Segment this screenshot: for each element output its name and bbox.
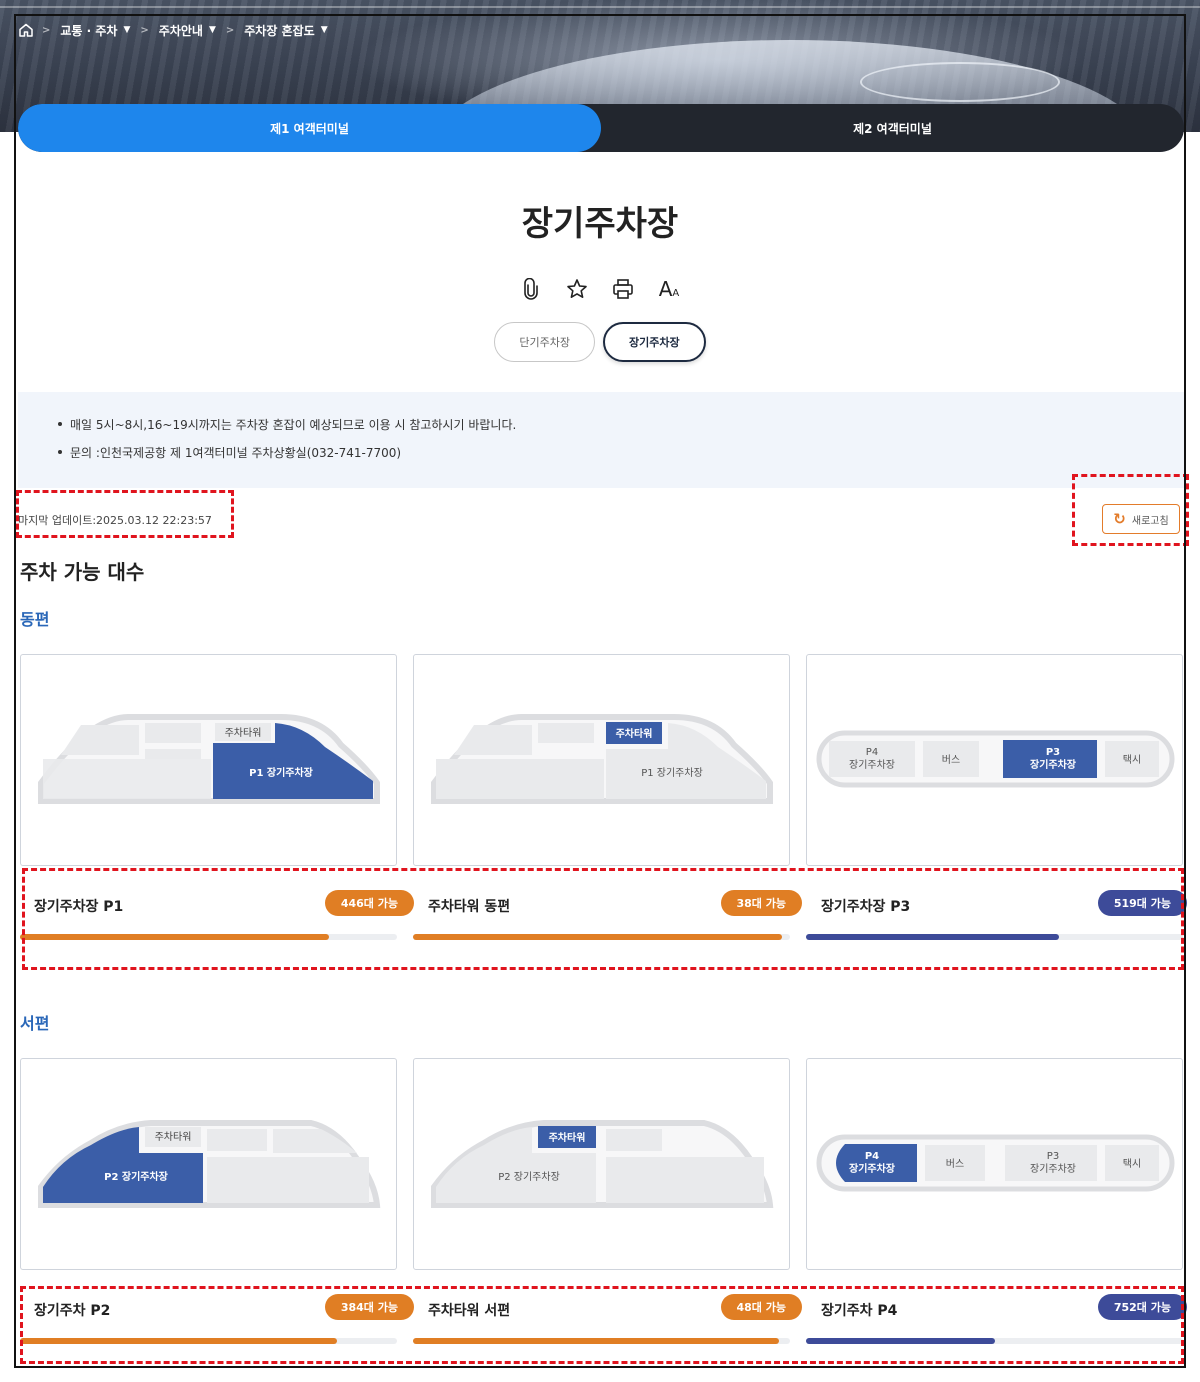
stat-name: 주차타워 동편 (428, 899, 511, 915)
progress-track (806, 934, 1183, 940)
map-card-p1[interactable]: 주차타워 P1 장기주차장 (20, 654, 397, 866)
notice-item: 매일 5시~8시,16~19시까지는 주차장 혼잡이 예상되므로 이용 시 참고… (58, 416, 1184, 444)
breadcrumb-separator: > (225, 24, 235, 36)
map-card-p4[interactable]: P4 장기주차장 버스 P3 장기주차장 택시 (806, 1058, 1183, 1270)
map-label-bus: 버스 (942, 754, 960, 766)
availability-badge: 519대 가능 (1097, 890, 1187, 916)
availability-badge: 384대 가능 (324, 1294, 414, 1320)
availability-badge: 446대 가능 (324, 890, 414, 916)
map-label-bus: 버스 (946, 1158, 964, 1170)
map-label-taxi: 택시 (1123, 754, 1141, 766)
tab-short-term-lot[interactable]: 단기주차장 (494, 322, 595, 362)
tab-terminal-1[interactable]: 제1 여객터미널 (18, 104, 601, 152)
notice-item: 문의 :인천국제공항 제 1여객터미널 주차상황실(032-741-7700) (58, 444, 1184, 472)
breadcrumb-item-label: 주차안내 (158, 23, 203, 38)
caret-down-icon: ▼ (320, 25, 328, 35)
breadcrumb-item-transport[interactable]: 교통 · 주차 ▼ (60, 22, 130, 39)
stat-name: 주차타워 서편 (428, 1303, 511, 1319)
map-label-lot: P1 장기주차장 (249, 766, 314, 779)
progress-track (806, 1338, 1183, 1344)
map-label-p3-name: 장기주차장 (1030, 758, 1077, 771)
map-label-p4-name: 장기주차장 (849, 1162, 896, 1175)
caret-down-icon: ▼ (208, 25, 216, 35)
map-label-p4-code: P4 (865, 1151, 879, 1162)
map-card-tower-west[interactable]: 주차타워 P2 장기주차장 (413, 1058, 790, 1270)
stat-name: 장기주차장 P1 (34, 899, 124, 915)
map-label-tower: 주차타워 (225, 726, 262, 739)
hero-decoration (0, 6, 1200, 8)
progress-track (20, 934, 397, 940)
progress-fill (413, 934, 783, 940)
last-update-text: 마지막 업데이트:2025.03.12 22:23:57 (18, 514, 212, 527)
print-icon[interactable] (611, 276, 635, 302)
region-title-east: 동편 (20, 610, 50, 629)
star-icon[interactable] (565, 276, 589, 302)
section-title: 주차 가능 대수 (20, 560, 145, 584)
font-size-label-large: A (658, 277, 673, 301)
breadcrumb-item-label: 교통 · 주차 (60, 23, 118, 38)
stat-name: 장기주차 P2 (34, 1303, 111, 1319)
refresh-icon: ↻ (1113, 510, 1126, 528)
map-label-p4-code: P4 (866, 747, 878, 758)
font-size-label-small: A (672, 287, 680, 299)
progress-fill (20, 1338, 337, 1344)
map-card-p2[interactable]: 주차타워 P2 장기주차장 (20, 1058, 397, 1270)
availability-badge: 38대 가능 (720, 890, 802, 916)
map-card-p3[interactable]: P4 장기주차장 버스 P3 장기주차장 택시 (806, 654, 1183, 866)
breadcrumb-item-congestion[interactable]: 주차장 혼잡도 ▼ (244, 22, 327, 39)
map-label-p3-name: 장기주차장 (1030, 1163, 1076, 1175)
progress-track (413, 1338, 790, 1344)
map-card-tower-east[interactable]: 주차타워 P1 장기주차장 (413, 654, 790, 866)
breadcrumb: > 교통 · 주차 ▼ > 주차안내 ▼ > 주차장 혼잡도 ▼ (18, 20, 338, 40)
progress-fill (806, 934, 1059, 940)
breadcrumb-item-parking-guide[interactable]: 주차안내 ▼ (159, 22, 216, 39)
lot-type-tabs: 단기주차장 장기주차장 (0, 322, 1200, 362)
stat-p3: 장기주차장 P3 519대 가능 (821, 870, 1187, 930)
refresh-label: 새로고침 (1131, 515, 1169, 527)
page-title: 장기주차장 (521, 204, 679, 244)
map-label-tower: 주차타워 (549, 1131, 586, 1144)
progress-fill (20, 934, 330, 940)
tab-terminal-2[interactable]: 제2 여객터미널 (601, 104, 1184, 152)
map-label-lot: P2 장기주차장 (104, 1170, 169, 1183)
progress-track (20, 1338, 397, 1344)
map-label-tower: 주차타워 (616, 727, 653, 740)
page-tools: AA (0, 276, 1200, 302)
stat-p1: 장기주차장 P1 446대 가능 (34, 870, 414, 930)
breadcrumb-separator: > (140, 24, 149, 36)
map-label-taxi: 택시 (1123, 1158, 1141, 1170)
notice-box: 매일 5시~8시,16~19시까지는 주차장 혼잡이 예상되므로 이용 시 참고… (18, 392, 1184, 488)
availability-badge: 48대 가능 (720, 1294, 802, 1320)
stat-name: 장기주차장 P3 (821, 899, 911, 915)
map-label-lot: P2 장기주차장 (498, 1171, 560, 1183)
stat-name: 장기주차 P4 (821, 1303, 898, 1319)
breadcrumb-item-label: 주차장 혼잡도 (244, 23, 315, 38)
font-size-icon[interactable]: AA (657, 276, 681, 302)
caret-down-icon: ▼ (123, 25, 131, 35)
clip-icon[interactable] (519, 276, 543, 302)
stat-p4: 장기주차 P4 752대 가능 (821, 1274, 1187, 1334)
map-label-lot: P1 장기주차장 (641, 767, 703, 779)
availability-badge: 752대 가능 (1097, 1294, 1187, 1320)
home-icon[interactable] (18, 22, 34, 38)
terminal-tabs: 제1 여객터미널 제2 여객터미널 (18, 104, 1184, 152)
hero-decoration-ring (860, 62, 1060, 102)
stat-p2: 장기주차 P2 384대 가능 (34, 1274, 414, 1334)
map-label-p4-name: 장기주차장 (849, 759, 895, 771)
breadcrumb-separator: > (42, 24, 51, 36)
stat-tower-west: 주차타워 서편 48대 가능 (428, 1274, 802, 1334)
progress-track (413, 934, 790, 940)
map-label-p3-code: P3 (1047, 1151, 1059, 1162)
refresh-button[interactable]: ↻ 새로고침 (1102, 504, 1180, 534)
progress-fill (413, 1338, 779, 1344)
tab-long-term-lot[interactable]: 장기주차장 (603, 322, 706, 362)
progress-fill (806, 1338, 995, 1344)
map-label-tower: 주차타워 (155, 1130, 192, 1143)
stat-tower-east: 주차타워 동편 38대 가능 (428, 870, 802, 930)
region-title-west: 서편 (20, 1014, 50, 1033)
map-label-p3-code: P3 (1046, 747, 1060, 758)
